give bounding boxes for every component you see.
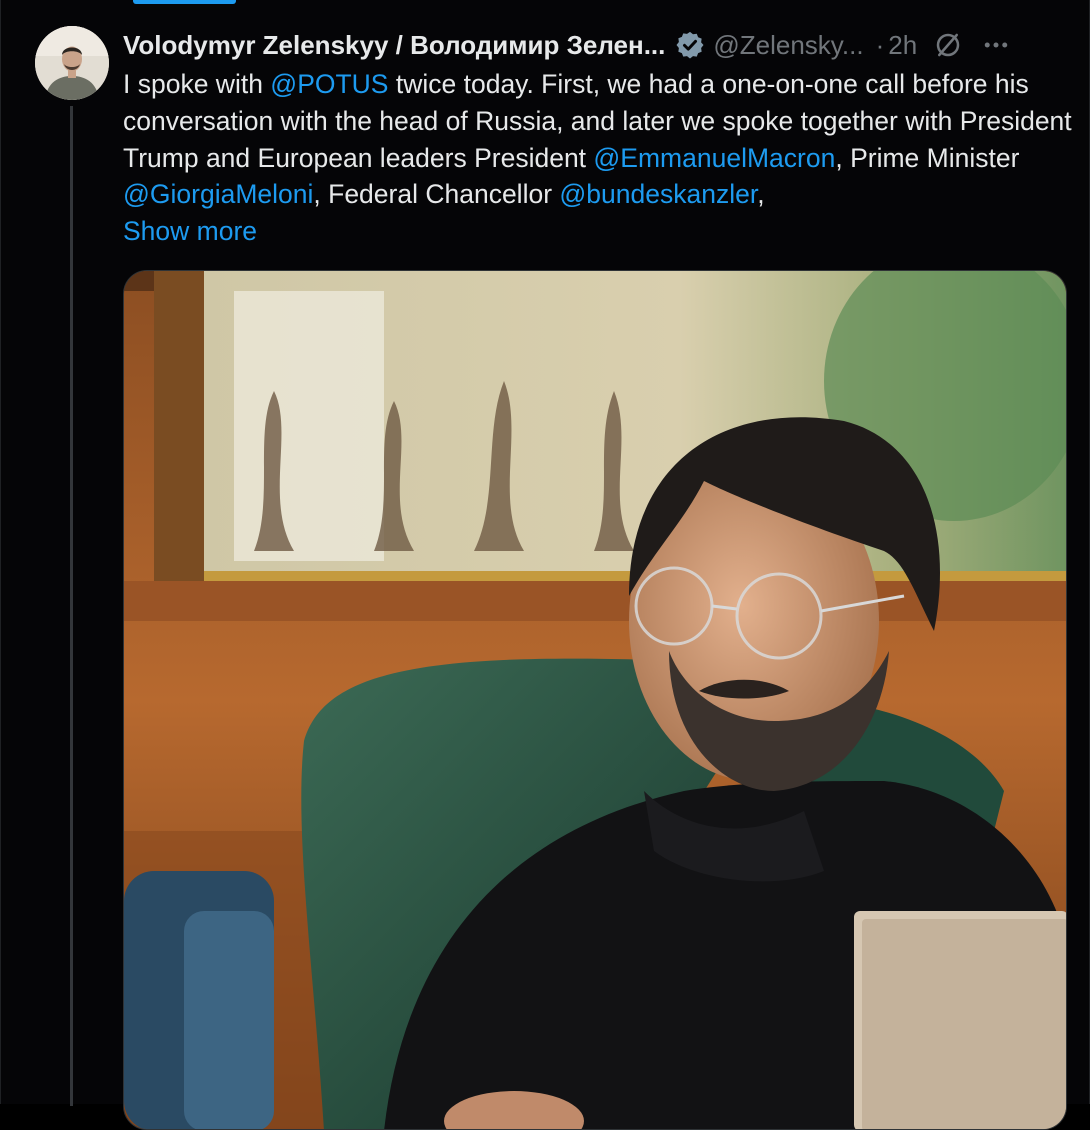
thread-connector-line bbox=[70, 106, 73, 1106]
author-handle[interactable]: @Zelensky... bbox=[713, 30, 863, 61]
mention-link-meloni[interactable]: @GiorgiaMeloni bbox=[123, 179, 313, 209]
active-tab-indicator bbox=[133, 0, 236, 4]
verified-badge-icon[interactable] bbox=[675, 30, 705, 60]
tweet-text-part: , bbox=[757, 179, 765, 210]
show-more-link[interactable]: Show more bbox=[123, 216, 257, 246]
mention-link-potus[interactable]: @POTUS bbox=[270, 69, 388, 99]
tweet-photo[interactable] bbox=[123, 270, 1067, 1130]
header-separator: · bbox=[875, 29, 885, 60]
photo-image bbox=[124, 271, 1066, 1129]
tweet-container: Volodymyr Zelenskyy / Володимир Зелен...… bbox=[0, 0, 1090, 1130]
tweet-header: Volodymyr Zelenskyy / Володимир Зелен...… bbox=[123, 24, 1073, 66]
grok-icon[interactable] bbox=[933, 30, 963, 60]
tweet-text: I spoke with @POTUS twice today. First, … bbox=[123, 66, 1073, 250]
author-avatar[interactable] bbox=[35, 26, 109, 100]
tweet-timestamp[interactable]: 2h bbox=[888, 30, 917, 61]
avatar-image bbox=[35, 26, 109, 100]
mention-link-bundeskanzler[interactable]: @bundeskanzler bbox=[559, 179, 757, 209]
tweet-text-part: I spoke with bbox=[123, 69, 271, 99]
author-display-name[interactable]: Volodymyr Zelenskyy / Володимир Зелен... bbox=[123, 30, 665, 61]
tweet-text-part: , Federal Chancellor bbox=[313, 179, 560, 210]
more-horizontal-icon[interactable] bbox=[981, 30, 1011, 60]
tweet-text-part: , Prime Minister bbox=[835, 142, 1020, 173]
mention-link-macron[interactable]: @EmmanuelMacron bbox=[593, 143, 835, 173]
